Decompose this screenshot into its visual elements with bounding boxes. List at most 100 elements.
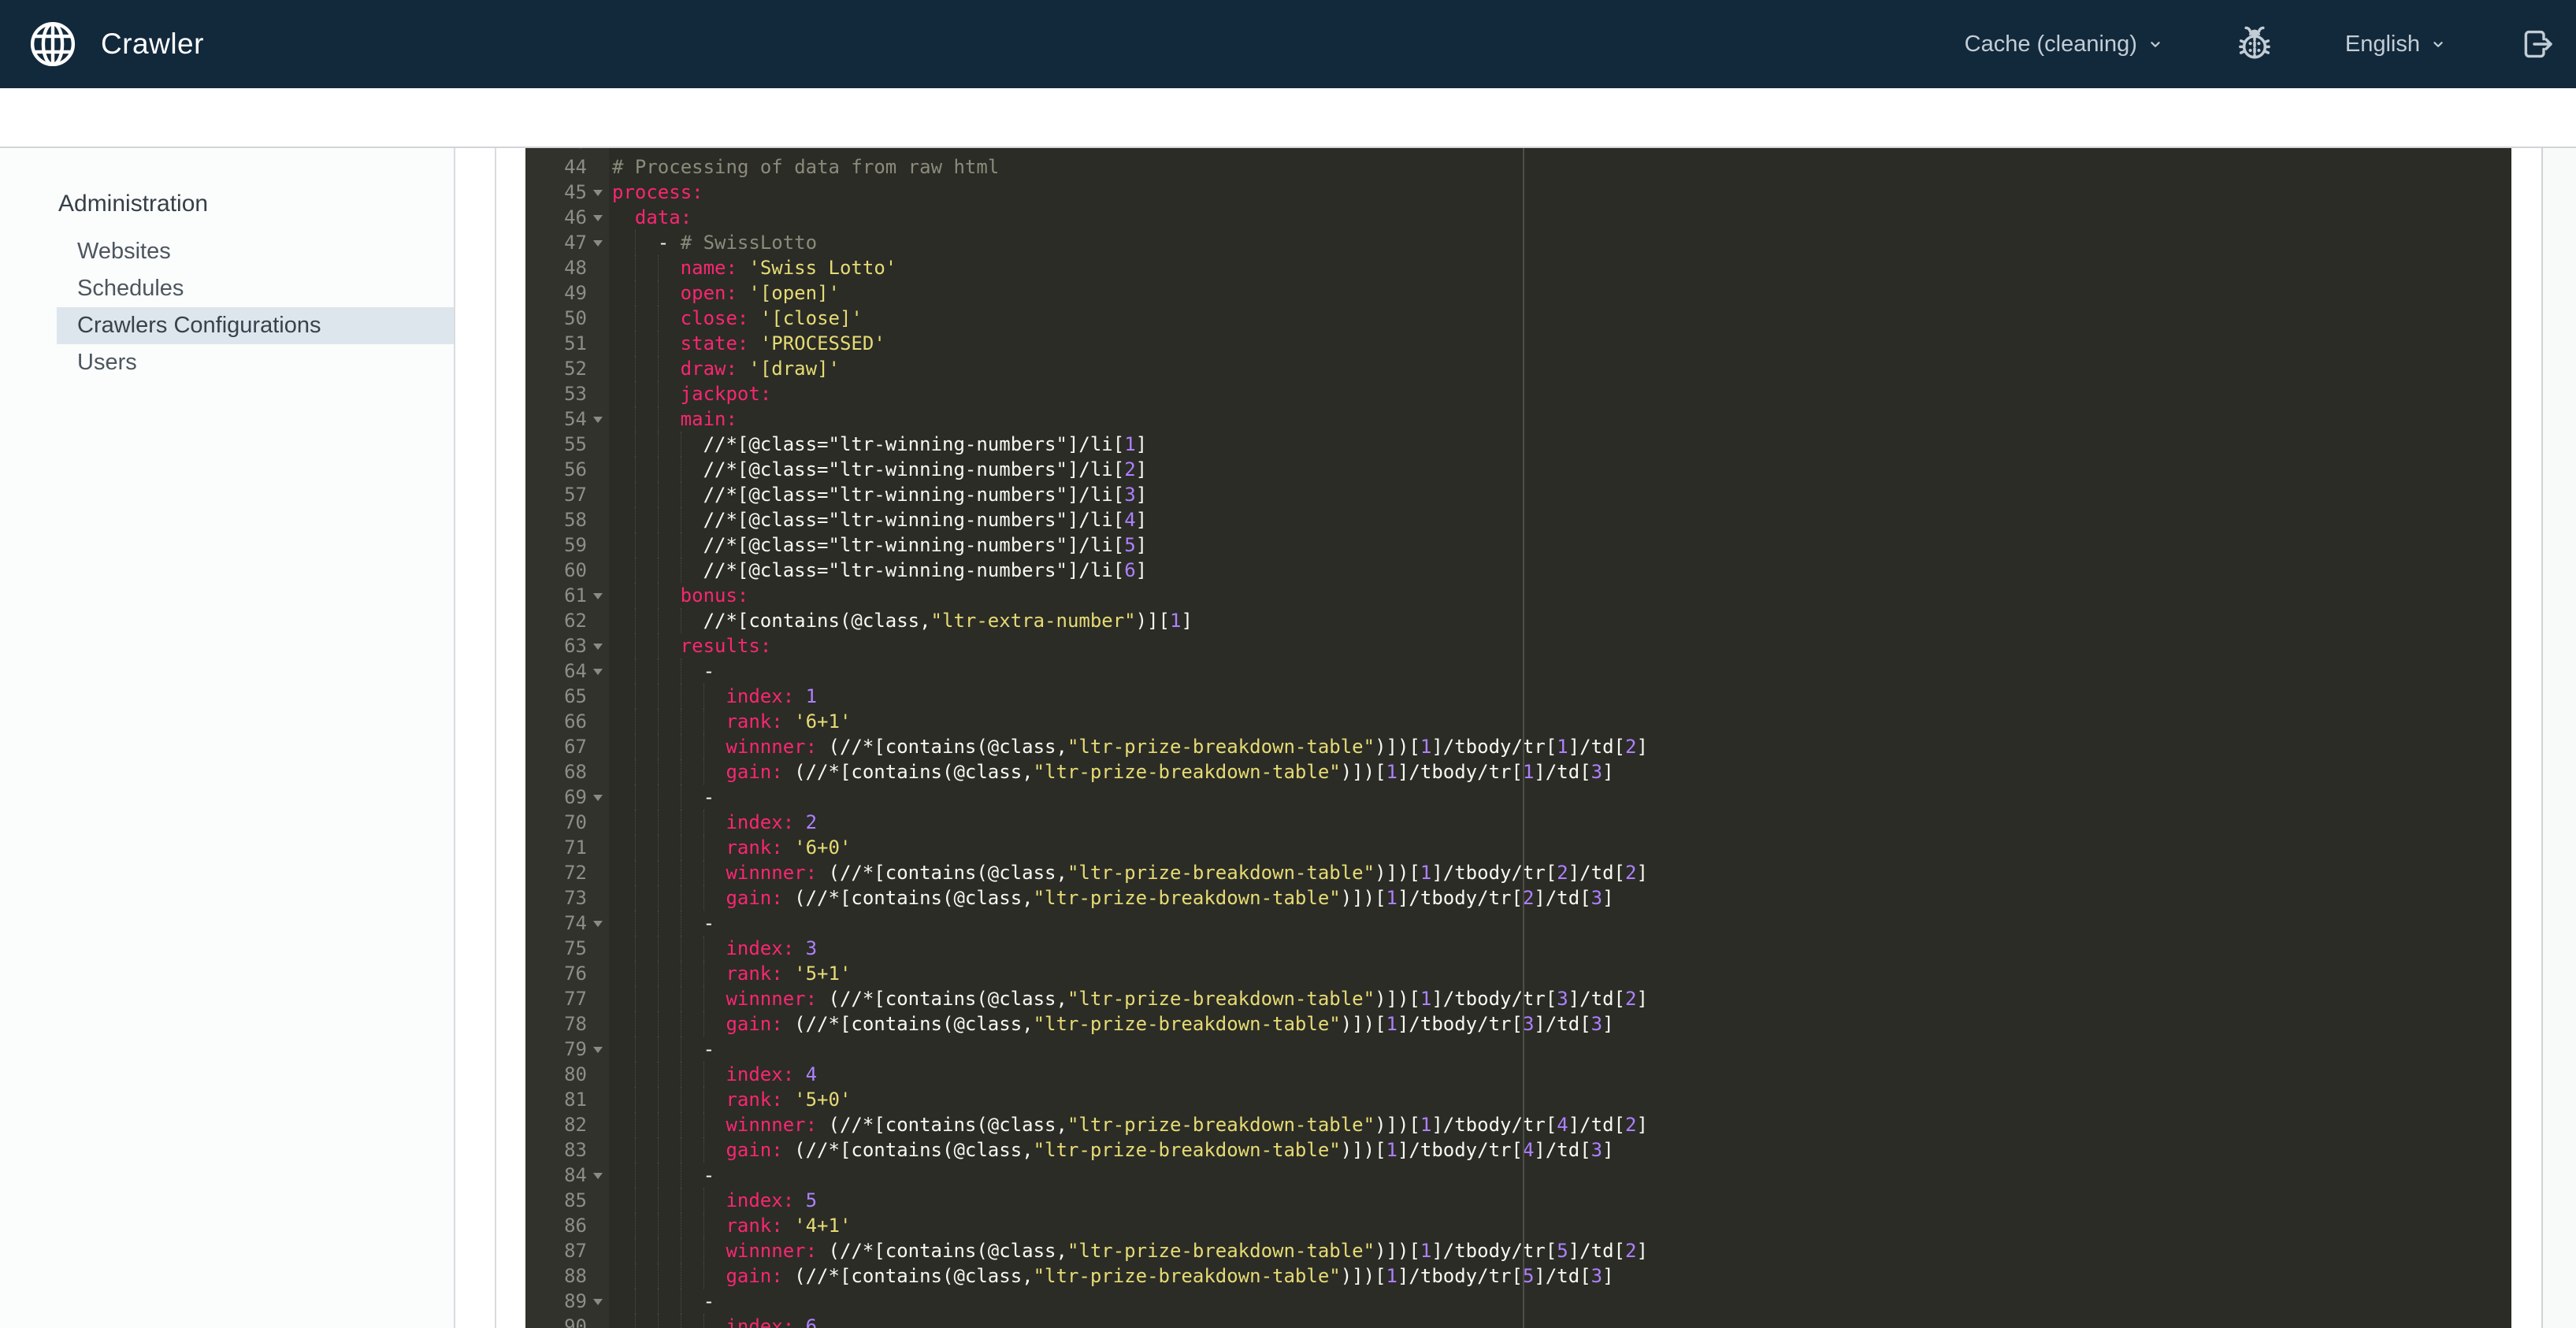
indent-guide [703, 759, 726, 785]
cache-menu[interactable]: Cache (cleaning) [1965, 32, 2164, 57]
indent-guide [634, 1188, 658, 1213]
line-number: 80 [564, 1063, 587, 1085]
line-number: 73 [564, 887, 587, 909]
code-token: )])[ [1340, 761, 1386, 783]
code-line-content: state: 'PROCESSED' [609, 331, 885, 356]
code-line: 85 index: 5 [525, 1188, 2511, 1213]
line-number: 66 [564, 710, 587, 733]
sidebar-item-websites[interactable]: Websites [57, 233, 454, 270]
main-panel: 4344# Processing of data from raw html45… [495, 148, 2576, 1328]
line-number: 47 [564, 232, 587, 254]
fold-toggle-icon[interactable] [593, 215, 603, 221]
indent-guide [657, 709, 681, 734]
code-line: 74 - [525, 911, 2511, 936]
yaml-editor[interactable]: 4344# Processing of data from raw html45… [525, 148, 2511, 1328]
code-token: "ltr-prize-breakdown-table" [1067, 1240, 1375, 1262]
code-token: ] [1602, 887, 1614, 909]
line-number: 75 [564, 937, 587, 959]
sidebar-item-schedules[interactable]: Schedules [57, 270, 454, 307]
code-line: 68 gain: (//*[contains(@class,"ltr-prize-… [525, 759, 2511, 785]
fold-toggle-icon[interactable] [593, 1299, 603, 1305]
fold-widget-slot [587, 381, 609, 406]
code-token: )])[ [1375, 736, 1420, 758]
line-number: 55 [564, 433, 587, 455]
code-token: - [657, 232, 681, 254]
code-token: ]/td[ [1568, 1240, 1625, 1262]
code-token: rank: [726, 1215, 783, 1237]
app-title: Crawler [101, 28, 204, 60]
code-line: 61 bonus: [525, 583, 2511, 608]
editor-gutter-cell: 74 [525, 911, 609, 936]
code-token: - [703, 786, 715, 808]
fold-widget-slot [587, 785, 609, 810]
editor-gutter-cell: 89 [525, 1289, 609, 1314]
indent-guide [657, 280, 681, 306]
fold-toggle-icon[interactable] [593, 240, 603, 247]
code-line: 88 gain: (//*[contains(@class,"ltr-prize-… [525, 1263, 2511, 1289]
language-menu[interactable]: English [2345, 32, 2447, 57]
code-token: ]/td[ [1534, 887, 1591, 909]
fold-widget-slot [587, 1289, 609, 1314]
code-token: ] [1135, 534, 1148, 556]
fold-toggle-icon[interactable] [593, 795, 603, 801]
line-number: 89 [564, 1290, 587, 1312]
indent-guide [703, 986, 726, 1011]
editor-gutter-cell: 79 [525, 1037, 609, 1062]
code-token: 2 [1624, 988, 1637, 1010]
indent-guide [634, 532, 658, 558]
indent-guide [657, 885, 681, 911]
fold-toggle-icon[interactable] [593, 669, 603, 675]
indent-guide [657, 1087, 681, 1112]
indent-guide [703, 1137, 726, 1163]
code-token: ]/tbody/tr[ [1431, 1114, 1557, 1136]
line-number: 59 [564, 534, 587, 556]
code-line-content: gain: (//*[contains(@class,"ltr-prize-br… [609, 885, 1614, 911]
line-number: 64 [564, 660, 587, 682]
fold-toggle-icon[interactable] [593, 417, 603, 423]
indent-guide [680, 684, 703, 709]
app-brand[interactable]: Crawler [0, 18, 204, 70]
code-line-content: - [609, 1163, 715, 1188]
code-token: ]/tbody/tr[ [1397, 887, 1523, 909]
fold-toggle-icon[interactable] [593, 1047, 603, 1053]
sidebar-item-crawlers-configurations[interactable]: Crawlers Configurations [57, 307, 454, 344]
code-token: rank: [726, 1089, 783, 1111]
logout-button[interactable] [2518, 25, 2556, 63]
fold-toggle-icon[interactable] [593, 593, 603, 599]
indent-guide [634, 885, 658, 911]
fold-toggle-icon[interactable] [593, 921, 603, 927]
code-line-content: main: [609, 406, 737, 432]
fold-toggle-icon[interactable] [593, 190, 603, 196]
indent-guide [634, 482, 658, 507]
bug-icon [2238, 26, 2270, 59]
code-line-content: process: [609, 180, 703, 205]
sidebar-item-users[interactable]: Users [57, 344, 454, 381]
code-token: 5 [1557, 1240, 1568, 1262]
fold-toggle-icon[interactable] [593, 1173, 603, 1179]
fold-widget-slot [587, 1112, 609, 1137]
debug-button[interactable] [2235, 24, 2274, 64]
code-token: "ltr-prize-breakdown-table" [1067, 736, 1375, 758]
line-number: 76 [564, 963, 587, 985]
indent-guide [657, 1263, 681, 1289]
fold-widget-slot [587, 432, 609, 457]
fold-toggle-icon[interactable] [593, 644, 603, 650]
code-token: )])[ [1375, 1240, 1420, 1262]
sidebar: Administration Websites Schedules Crawlers… [0, 148, 455, 1328]
line-number: 71 [564, 836, 587, 859]
editor-gutter-cell: 70 [525, 810, 609, 835]
code-token: ] [1602, 1265, 1614, 1287]
line-number: 88 [564, 1265, 587, 1287]
code-line-content: //*[@class="ltr-winning-numbers"]/li[2] [609, 457, 1147, 482]
code-token: 'Swiss Lotto' [748, 257, 897, 279]
code-line-content: //*[@class="ltr-winning-numbers"]/li[4] [609, 507, 1147, 532]
